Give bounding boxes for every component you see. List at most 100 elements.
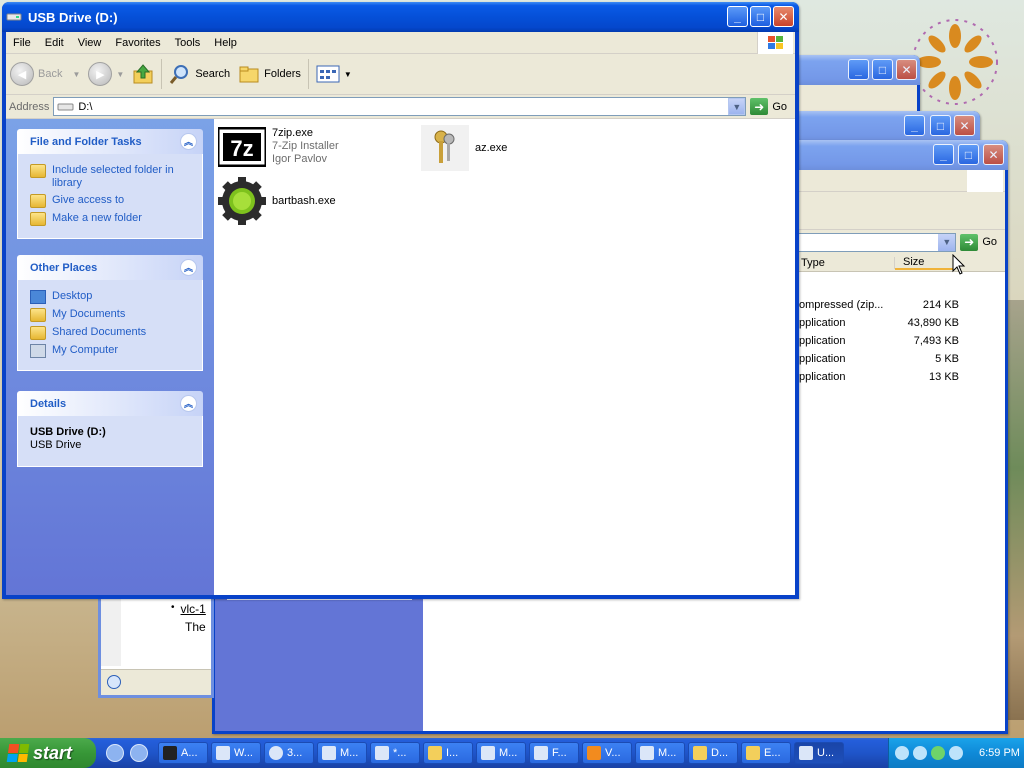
windows-flag-icon [757, 32, 793, 54]
folders-button[interactable]: Folders [234, 58, 305, 90]
quick-launch [96, 744, 158, 762]
other-places-header[interactable]: Other Places ︽ [17, 255, 203, 280]
bg-go-button[interactable]: ➜ Go [956, 233, 1005, 251]
file-item-7zip[interactable]: 7z 7zip.exe 7-Zip Installer Igor Pavlov [218, 127, 339, 167]
svg-text:7z: 7z [230, 136, 253, 161]
give-access-link[interactable]: Give access to [30, 194, 194, 208]
tray-icon[interactable] [913, 746, 927, 760]
chevron-down-icon[interactable]: ▼ [938, 233, 956, 251]
wallpaper-logo [912, 19, 998, 105]
cmd-icon [163, 746, 177, 760]
details-list: ompressed (zip... 214 KB pplication 43,8… [799, 296, 969, 386]
address-input[interactable]: D:\ ▼ [53, 97, 747, 116]
library-folder-icon [30, 164, 46, 178]
file-folder-tasks-header[interactable]: File and Folder Tasks ︽ [17, 129, 203, 154]
taskbar-button[interactable]: 3... [264, 742, 314, 764]
minimize-button[interactable]: _ [727, 6, 748, 27]
gear-icon [218, 177, 266, 225]
file-item-bartbash[interactable]: bartbash.exe [218, 177, 336, 225]
up-folder-icon [133, 64, 153, 84]
maximize-button[interactable]: □ [750, 6, 771, 27]
dropdown-arrow-icon: ▼ [72, 69, 81, 79]
shared-documents-link[interactable]: Shared Documents [30, 326, 194, 340]
my-computer-link[interactable]: My Computer [30, 344, 194, 358]
taskbar-button[interactable]: I... [423, 742, 473, 764]
taskbar-button[interactable]: *... [370, 742, 420, 764]
explorer-window-usb-drive[interactable]: USB Drive (D:) _ □ ✕ File Edit View Favo… [2, 2, 799, 599]
menu-edit[interactable]: Edit [38, 37, 71, 49]
folder-icon [693, 746, 707, 760]
search-icon [170, 65, 189, 84]
table-row[interactable]: pplication 5 KB [799, 350, 969, 368]
taskbar-button[interactable]: E... [741, 742, 791, 764]
taskbar-button[interactable]: V... [582, 742, 632, 764]
folder-icon [746, 746, 760, 760]
start-button[interactable]: start [0, 738, 96, 768]
column-size[interactable]: Size [895, 256, 955, 270]
forward-button[interactable]: ▶ ▼ [84, 58, 128, 90]
new-folder-link[interactable]: Make a new folder [30, 212, 194, 226]
xp-flag-icon [967, 170, 1003, 192]
ie-icon [107, 675, 121, 689]
shared-folder-icon [30, 326, 46, 340]
table-row[interactable]: pplication 7,493 KB [799, 332, 969, 350]
title-bar[interactable]: USB Drive (D:) _ □ ✕ [2, 2, 799, 32]
dropdown-arrow-icon: ▼ [116, 69, 125, 79]
share-folder-icon [30, 194, 46, 208]
taskbar-button[interactable]: A... [158, 742, 208, 764]
taskbar: start A... W... 3... M... *... I... M...… [0, 738, 1024, 768]
file-view: 7z 7zip.exe 7-Zip Installer Igor Pavlov … [214, 119, 795, 595]
background-browser-window[interactable]: • vlc-1 The [98, 598, 214, 698]
computer-icon [30, 344, 46, 358]
taskbar-button-active[interactable]: U... [794, 742, 844, 764]
menu-help[interactable]: Help [207, 37, 244, 49]
collapse-chevron-icon[interactable]: ︽ [180, 259, 197, 276]
file-item-az[interactable]: az.exe [421, 125, 507, 171]
back-button[interactable]: ◀ Back ▼ [6, 58, 84, 90]
chevron-down-icon[interactable]: ▼ [728, 98, 746, 115]
details-header[interactable]: Details ︽ [17, 391, 203, 416]
menu-tools[interactable]: Tools [168, 37, 208, 49]
taskbar-button[interactable]: W... [211, 742, 261, 764]
content-area: File and Folder Tasks ︽ Include selected… [6, 119, 795, 595]
ie-quicklaunch-icon[interactable] [106, 744, 124, 762]
vlc-icon [587, 746, 601, 760]
taskbar-button[interactable]: D... [688, 742, 738, 764]
go-button[interactable]: ➜ Go [746, 98, 795, 115]
up-folder-button[interactable] [128, 58, 158, 90]
address-label: Address [9, 100, 50, 113]
clock[interactable]: 6:59 PM [979, 747, 1020, 759]
views-icon [316, 65, 340, 83]
new-folder-icon [30, 212, 46, 226]
table-row[interactable]: ompressed (zip... 214 KB [799, 296, 969, 314]
task-pane: File and Folder Tasks ︽ Include selected… [6, 119, 214, 595]
7zip-icon: 7z [218, 127, 266, 167]
drive-icon [6, 13, 22, 21]
tray-expand-icon[interactable] [895, 746, 909, 760]
taskbar-button[interactable]: M... [317, 742, 367, 764]
close-button[interactable]: ✕ [773, 6, 794, 27]
toolbar: ◀ Back ▼ ▶ ▼ Search Folders ▼ [6, 54, 795, 95]
collapse-chevron-icon[interactable]: ︽ [180, 133, 197, 150]
tray-icon[interactable] [949, 746, 963, 760]
tray-icon[interactable] [931, 746, 945, 760]
collapse-chevron-icon[interactable]: ︽ [180, 395, 197, 412]
include-in-library-link[interactable]: Include selected folder in library [30, 164, 194, 190]
search-button[interactable]: Search [165, 58, 234, 90]
table-row[interactable]: pplication 13 KB [799, 368, 969, 386]
table-row[interactable]: pplication 43,890 KB [799, 314, 969, 332]
desktop-link[interactable]: Desktop [30, 290, 194, 304]
media-quicklaunch-icon[interactable] [130, 744, 148, 762]
taskbar-button[interactable]: F... [529, 742, 579, 764]
my-documents-link[interactable]: My Documents [30, 308, 194, 322]
taskbar-button[interactable]: M... [476, 742, 526, 764]
menu-favorites[interactable]: Favorites [108, 37, 167, 49]
taskbar-button[interactable]: M... [635, 742, 685, 764]
app-icon [322, 746, 336, 760]
menu-file[interactable]: File [6, 37, 38, 49]
column-type[interactable]: Type [799, 256, 895, 269]
app-icon [640, 746, 654, 760]
vlc-link[interactable]: vlc-1 [181, 602, 206, 616]
views-button[interactable]: ▼ [312, 58, 356, 90]
menu-view[interactable]: View [71, 37, 109, 49]
